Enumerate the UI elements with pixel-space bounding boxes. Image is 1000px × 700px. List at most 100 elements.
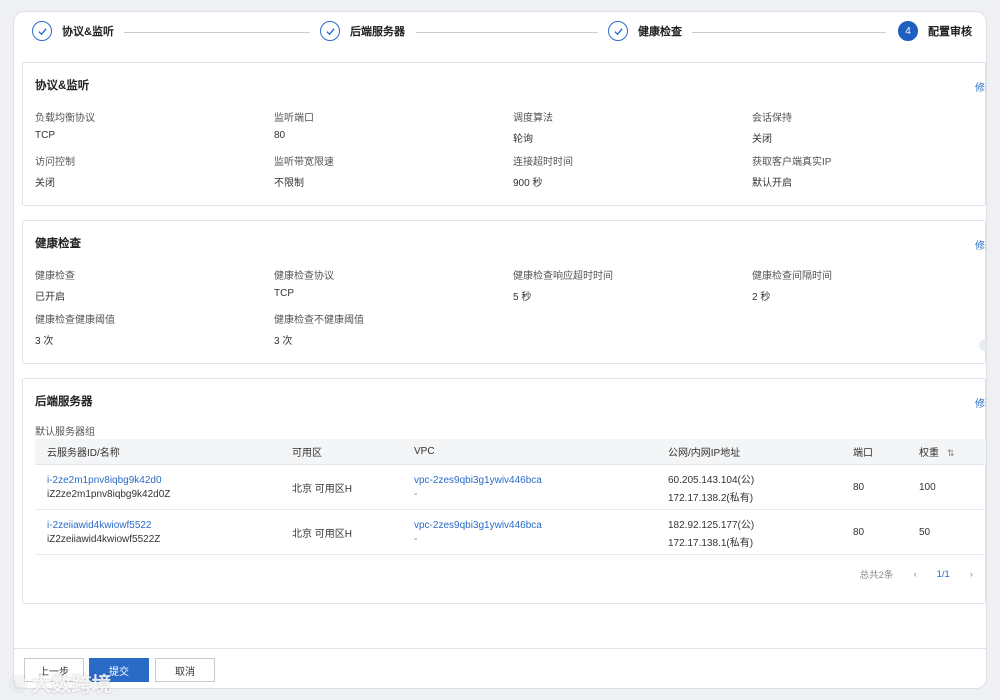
field-value: 已开启 xyxy=(35,292,65,303)
edit-health-link[interactable]: 修改 xyxy=(975,237,986,252)
field-healthy-threshold: 健康检查健康阈值 3 次 xyxy=(35,311,115,347)
review-panel: 协议&监听 后端服务器 健康检查 4 配置审核 协议&监听 修改 负载均衡协议 … xyxy=(14,12,986,688)
step-indicator: 协议&监听 后端服务器 健康检查 4 配置审核 xyxy=(14,12,986,58)
field-real-ip: 获取客户端真实IP 默认开启 xyxy=(752,153,831,189)
footer-actions: 上一步 提交 取消 xyxy=(14,648,986,688)
vpc-sub: - xyxy=(414,533,418,545)
section-title: 健康检查 xyxy=(35,238,81,250)
field-session: 会话保持 关闭 xyxy=(752,109,792,145)
private-ip: 172.17.138.2(私有) xyxy=(668,492,754,504)
step-review[interactable]: 4 配置审核 xyxy=(898,21,972,41)
prev-page-icon[interactable]: ‹ xyxy=(913,569,916,580)
vpc-link[interactable]: vpc-2zes9qbi3g1ywiv446bca xyxy=(414,520,656,531)
field-value: 不限制 xyxy=(274,178,304,189)
next-page-icon[interactable]: › xyxy=(970,569,973,580)
server-group-label: 默认服务器组 xyxy=(35,427,95,438)
column-header: 云服务器ID/名称 xyxy=(35,439,280,465)
scroll-handle[interactable] xyxy=(979,339,986,351)
server-port: 80 xyxy=(841,464,907,510)
server-zone: 北京 可用区H xyxy=(280,464,402,510)
edit-backend-link[interactable]: 修改 xyxy=(975,395,986,410)
field-label: 健康检查不健康阈值 xyxy=(274,315,364,326)
field-bandwidth: 监听带宽限速 不限制 xyxy=(274,153,334,189)
server-zone: 北京 可用区H xyxy=(280,509,402,555)
field-label: 健康检查响应超时时间 xyxy=(513,271,613,282)
page-indicator: 1/1 xyxy=(936,568,950,580)
field-unhealthy-threshold: 健康检查不健康阈值 3 次 xyxy=(274,311,364,347)
step-label: 健康检查 xyxy=(638,26,682,38)
step-connector xyxy=(416,32,598,33)
field-access-control: 访问控制 关闭 xyxy=(35,153,75,189)
step-label: 配置审核 xyxy=(928,26,972,38)
server-port: 80 xyxy=(841,509,907,555)
step-label: 后端服务器 xyxy=(350,26,405,38)
watermark-logo-icon: ◎ xyxy=(10,672,28,694)
column-header: 公网/内网IP地址 xyxy=(656,439,841,465)
field-health-protocol: 健康检查协议 TCP xyxy=(274,267,334,299)
field-value: 5 秒 xyxy=(513,292,532,303)
column-header: VPC xyxy=(402,439,656,465)
field-value: 80 xyxy=(274,130,286,141)
step-protocol[interactable]: 协议&监听 xyxy=(32,21,114,41)
field-label: 获取客户端真实IP xyxy=(752,157,832,168)
step-connector xyxy=(692,32,886,33)
table-row: i-2zeiiawid4kwiowf5522 iZ2zeiiawid4kwiow… xyxy=(35,509,986,555)
vpc-sub: - xyxy=(414,488,418,500)
backend-servers-card: 后端服务器 修改 默认服务器组 云服务器ID/名称 可用区 VPC 公网/内网I… xyxy=(22,378,986,604)
field-label: 会话保持 xyxy=(752,113,792,124)
field-value: 3 次 xyxy=(35,336,54,347)
field-listen-port: 监听端口 80 xyxy=(274,109,314,141)
field-health-timeout: 健康检查响应超时时间 5 秒 xyxy=(513,267,613,303)
watermark-text: 大数跨境 xyxy=(31,674,112,696)
check-icon xyxy=(32,21,52,41)
field-label: 监听带宽限速 xyxy=(274,157,334,168)
field-label: 访问控制 xyxy=(35,157,75,168)
field-value: 关闭 xyxy=(35,178,55,189)
field-value: TCP xyxy=(274,288,294,299)
section-title: 协议&监听 xyxy=(35,80,90,92)
column-header: 可用区 xyxy=(280,439,402,465)
field-value: TCP xyxy=(35,130,55,141)
private-ip: 172.17.138.1(私有) xyxy=(668,537,754,549)
pagination-total: 总共2条 xyxy=(859,570,894,581)
public-ip: 60.205.143.104(公) xyxy=(668,474,755,486)
field-label: 健康检查健康阈值 xyxy=(35,315,115,326)
server-weight: 50 xyxy=(907,509,986,555)
field-health-interval: 健康检查间隔时间 2 秒 xyxy=(752,267,832,303)
check-icon xyxy=(320,21,340,41)
field-label: 连接超时时间 xyxy=(513,157,573,168)
column-header: 权重 xyxy=(919,448,939,459)
server-weight: 100 xyxy=(907,464,986,510)
sort-icon[interactable]: ⇅ xyxy=(947,448,955,458)
server-id-link[interactable]: i-2zeiiawid4kwiowf5522 xyxy=(47,520,280,531)
pagination: 总共2条 ‹ 1/1 › xyxy=(859,567,973,582)
table-row: i-2ze2m1pnv8iqbg9k42d0 iZ2ze2m1pnv8iqbg9… xyxy=(35,464,986,510)
check-icon xyxy=(608,21,628,41)
field-label: 健康检查 xyxy=(35,271,75,282)
field-label: 监听端口 xyxy=(274,113,314,124)
watermark: ◎ 大数跨境 xyxy=(10,668,111,697)
cancel-button[interactable]: 取消 xyxy=(155,658,215,682)
step-health[interactable]: 健康检查 xyxy=(608,21,682,41)
column-header: 端口 xyxy=(841,439,907,465)
field-protocol: 负载均衡协议 TCP xyxy=(35,109,95,141)
table-header-row: 云服务器ID/名称 可用区 VPC 公网/内网IP地址 端口 权重 ⇅ xyxy=(35,439,986,465)
section-title: 后端服务器 xyxy=(35,396,93,408)
field-label: 健康检查间隔时间 xyxy=(752,271,832,282)
vpc-link[interactable]: vpc-2zes9qbi3g1ywiv446bca xyxy=(414,475,656,486)
public-ip: 182.92.125.177(公) xyxy=(668,519,755,531)
step-connector xyxy=(124,32,310,33)
field-timeout: 连接超时时间 900 秒 xyxy=(513,153,573,189)
field-scheduler: 调度算法 轮询 xyxy=(513,109,553,145)
step-backend[interactable]: 后端服务器 xyxy=(320,21,405,41)
server-name: iZ2zeiiawid4kwiowf5522Z xyxy=(47,533,161,545)
server-id-link[interactable]: i-2ze2m1pnv8iqbg9k42d0 xyxy=(47,475,280,486)
field-label: 健康检查协议 xyxy=(274,271,334,282)
field-value: 2 秒 xyxy=(752,292,771,303)
step-number: 4 xyxy=(898,21,918,41)
protocol-card: 协议&监听 修改 负载均衡协议 TCP 监听端口 80 调度算法 轮询 会话保持… xyxy=(22,62,986,206)
field-value: 关闭 xyxy=(752,134,772,145)
health-check-card: 健康检查 修改 健康检查 已开启 健康检查协议 TCP 健康检查响应超时时间 5… xyxy=(22,220,986,364)
field-value: 3 次 xyxy=(274,336,293,347)
edit-protocol-link[interactable]: 修改 xyxy=(975,79,986,94)
